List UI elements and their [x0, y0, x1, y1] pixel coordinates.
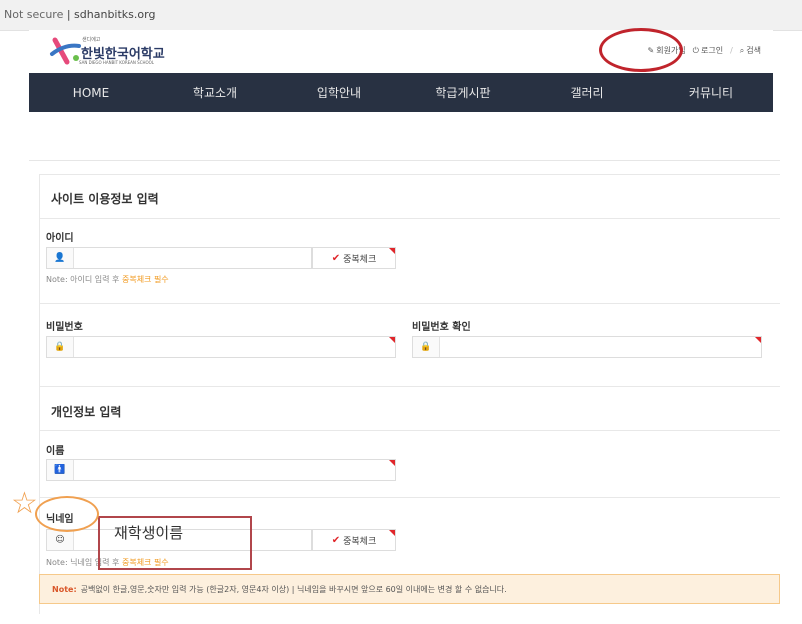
row-separator — [39, 303, 780, 304]
annotation-handwritten-box: 재학생이름 — [98, 516, 252, 570]
required-marker — [389, 530, 395, 536]
check-icon: ✔ — [331, 252, 341, 264]
nav-school-intro[interactable]: 학교소개 — [153, 73, 277, 112]
logo-tagline: 샌디에고 — [82, 37, 101, 43]
search-link-label: 검색 — [746, 46, 761, 55]
section-border-left — [39, 174, 40, 614]
user-icon: 👤 — [47, 248, 74, 268]
note-label: Note: — [52, 584, 77, 594]
login-link[interactable]: ⏻ 로그인 — [693, 45, 723, 56]
link-separator: / — [730, 46, 733, 55]
section-border-top — [39, 174, 780, 175]
note-text: 공백없이 한글,영문,숫자만 입력 가능 (한글2자, 영문4자 이상) | 닉… — [80, 584, 507, 594]
id-dup-check-button[interactable]: ✔ 중복체크 — [312, 247, 396, 269]
section-title-site-info: 사이트 이용정보 입력 — [51, 192, 159, 206]
lock-icon: 🔒 — [413, 337, 440, 357]
site-logo[interactable]: 샌디에고 한빛한국어학교 SAN DIEGO HANBIT KOREAN SCH… — [49, 36, 165, 68]
nickname-rules-note: Note: 공백없이 한글,영문,숫자만 입력 가능 (한글2자, 영문4자 이… — [39, 574, 780, 604]
browser-url-bar[interactable]: Not secure | sdhanbitks.org — [0, 0, 802, 31]
nickname-dup-check-label: 중복체크 — [343, 536, 377, 547]
required-marker — [389, 248, 395, 254]
annotation-handwritten-text: 재학생이름 — [114, 524, 184, 542]
nav-admission[interactable]: 입학안내 — [277, 73, 401, 112]
section-title-personal-info: 개인정보 입력 — [51, 405, 122, 419]
logo-subtitle: SAN DIEGO HANBIT KOREAN SCHOOL — [79, 60, 155, 65]
required-marker — [389, 337, 395, 343]
logo-mark-icon — [50, 37, 81, 65]
id-label: 아이디 — [46, 233, 74, 244]
security-status: Not secure — [4, 8, 64, 21]
annotation-circle-join — [599, 28, 683, 72]
person-icon: 🚹 — [47, 460, 74, 480]
content-divider — [29, 160, 780, 161]
id-dup-check-label: 중복체크 — [343, 254, 377, 265]
annotation-star-icon: ☆ — [11, 486, 38, 521]
search-icon: ⌕ — [739, 45, 745, 55]
search-link[interactable]: ⌕ 검색 — [740, 45, 761, 56]
lock-icon: 🔒 — [47, 337, 74, 357]
id-note-highlight: 중복체크 필수 — [121, 275, 169, 284]
main-nav: HOME 학교소개 입학안내 학급게시판 갤러리 커뮤니티 — [29, 73, 773, 112]
check-icon: ✔ — [331, 534, 341, 546]
nav-community[interactable]: 커뮤니티 — [649, 73, 773, 112]
section-separator — [39, 430, 780, 431]
name-input[interactable]: 🚹 — [46, 459, 396, 481]
login-link-label: 로그인 — [700, 46, 724, 55]
nickname-dup-check-button[interactable]: ✔ 중복체크 — [312, 529, 396, 551]
required-marker — [389, 460, 395, 466]
power-icon: ⏻ — [692, 45, 699, 55]
section-separator — [39, 218, 780, 219]
url-text: sdhanbitks.org — [74, 8, 156, 21]
id-note-text: Note: 아이디 입력 후 — [46, 275, 120, 284]
password-confirm-label: 비밀번호 확인 — [412, 322, 471, 333]
section-separator — [39, 386, 780, 387]
name-label: 이름 — [46, 446, 65, 457]
required-marker — [755, 337, 761, 343]
annotation-oval-nickname — [35, 496, 99, 532]
nav-gallery[interactable]: 갤러리 — [525, 73, 649, 112]
nav-home[interactable]: HOME — [29, 73, 153, 112]
row-separator — [39, 497, 780, 498]
password-label: 비밀번호 — [46, 322, 83, 333]
smile-icon: ☺ — [47, 530, 74, 550]
password-input[interactable]: 🔒 — [46, 336, 396, 358]
nav-class-board[interactable]: 학급게시판 — [401, 73, 525, 112]
address-separator: | — [66, 8, 75, 21]
id-input[interactable]: 👤 — [46, 247, 312, 269]
address-text[interactable]: Not secure | sdhanbitks.org — [4, 8, 155, 21]
password-confirm-input[interactable]: 🔒 — [412, 336, 762, 358]
id-note: Note: 아이디 입력 후 중복체크 필수 — [46, 274, 169, 285]
